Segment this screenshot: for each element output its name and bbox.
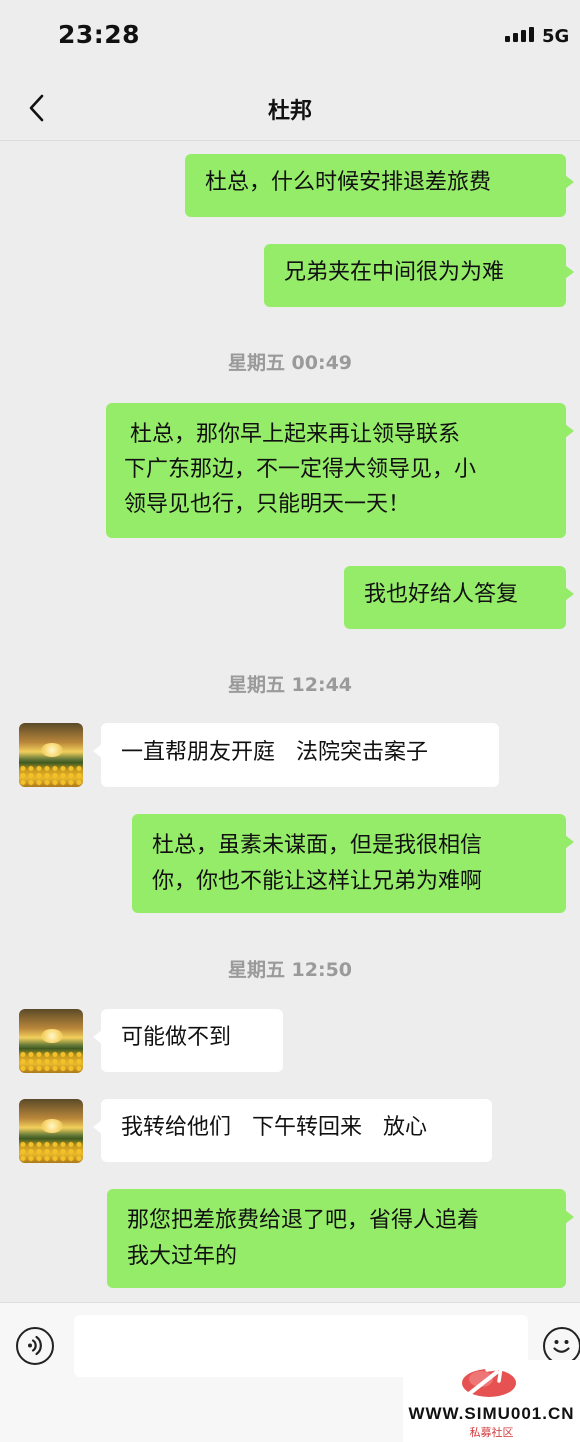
voice-button[interactable] — [16, 1327, 54, 1365]
voice-icon — [28, 1335, 42, 1356]
watermark-logo-icon — [462, 1366, 516, 1397]
message-line: 我大过年的 — [127, 1244, 238, 1269]
message-text: 一直帮朋友开庭 法院突击案子 — [121, 740, 428, 765]
watermark-url: WWW.SIMU001.CN — [408, 1404, 575, 1423]
chat-header: 杜邦 — [0, 75, 580, 141]
message-bubble-incoming[interactable]: 我转给他们 下午转回来 放心 — [93, 1099, 492, 1162]
emoji-icon — [553, 1340, 570, 1353]
watermark-subtitle: 私募社区 — [469, 1426, 514, 1439]
message-bubble-outgoing[interactable]: 杜总，那你早上起来再让领导联系 下广东那边，不一定得大领导见，小 领导见也行，只… — [106, 403, 574, 538]
message-text: 可能做不到 — [121, 1025, 232, 1050]
message-bubble-outgoing[interactable]: 杜总，虽素未谋面，但是我很相信 你，你也不能让这样让兄弟为难啊 — [132, 814, 574, 913]
message-bubble-incoming[interactable]: 一直帮朋友开庭 法院突击案子 — [93, 723, 499, 787]
message-line: 那您把差旅费给退了吧，省得人追着 — [127, 1208, 480, 1233]
status-bar: 23:28 5G — [0, 0, 580, 75]
message-text: 我转给他们 下午转回来 放心 — [121, 1115, 427, 1140]
message-text: 我也好给人答复 — [364, 582, 519, 607]
timestamp: 星期五 12:44 — [227, 674, 353, 696]
message-line: 领导见也行，只能明天一天！ — [124, 492, 411, 517]
message-line: 杜总，虽素未谋面，但是我很相信 — [152, 833, 483, 858]
message-bubble-outgoing[interactable]: 杜总，什么时候安排退差旅费 — [185, 154, 574, 217]
watermark: WWW.SIMU001.CN 私募社区 — [403, 1360, 580, 1442]
timestamp: 星期五 12:50 — [227, 959, 353, 981]
message-line: 下广东那边，不一定得大领导见，小 — [124, 457, 477, 482]
message-bubble-outgoing[interactable]: 兄弟夹在中间很为为难 — [264, 244, 574, 307]
contact-avatar[interactable] — [19, 1009, 83, 1073]
contact-avatar[interactable] — [19, 723, 83, 787]
status-time: 23:28 — [58, 20, 141, 49]
contact-avatar[interactable] — [19, 1099, 83, 1163]
message-bubble-outgoing[interactable]: 我也好给人答复 — [344, 566, 574, 629]
timestamp: 星期五 00:49 — [227, 352, 353, 374]
message-line: 杜总，那你早上起来再让领导联系 — [130, 422, 461, 447]
network-type: 5G — [542, 26, 570, 47]
signal-bars-icon — [505, 27, 534, 42]
message-bubble-outgoing[interactable]: 那您把差旅费给退了吧，省得人追着 我大过年的 — [107, 1189, 574, 1288]
message-bubble-incoming[interactable]: 可能做不到 — [93, 1009, 283, 1072]
message-text: 兄弟夹在中间很为为难 — [284, 260, 505, 285]
message-line: 你，你也不能让这样让兄弟为难啊 — [152, 869, 483, 894]
message-text: 杜总，什么时候安排退差旅费 — [205, 170, 492, 195]
chat-title: 杜邦 — [267, 99, 312, 124]
